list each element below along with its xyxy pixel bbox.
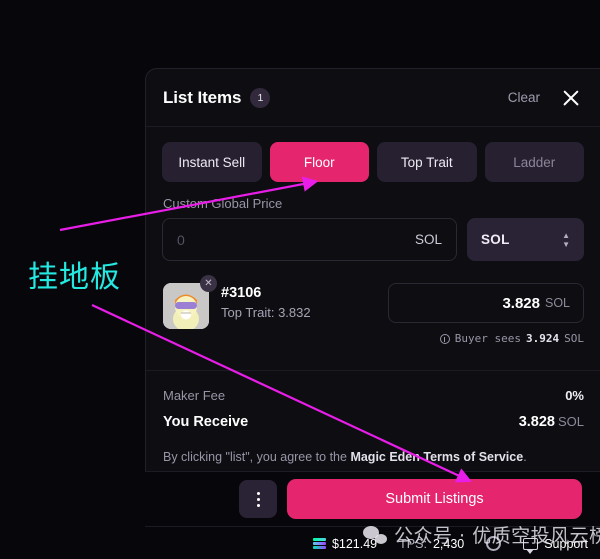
fees-block: Maker Fee 0% You Receive 3.828 SOL bbox=[146, 371, 600, 430]
info-icon bbox=[439, 333, 450, 344]
tab-instant-sell[interactable]: Instant Sell bbox=[162, 142, 262, 182]
item-meta: #3106 Top Trait: 3.832 bbox=[221, 283, 311, 320]
tab-floor[interactable]: Floor bbox=[269, 142, 369, 182]
you-receive-amount: 3.828 SOL bbox=[519, 414, 584, 430]
tab-ladder[interactable]: Ladder bbox=[484, 142, 584, 182]
annotation-note: 挂地板 bbox=[28, 260, 121, 295]
you-receive-unit: SOL bbox=[557, 414, 584, 429]
item-price-unit: SOL bbox=[544, 296, 570, 310]
you-receive-row: You Receive 3.828 SOL bbox=[163, 414, 584, 430]
buyer-sees-label: Buyer sees bbox=[454, 332, 521, 345]
terms-of-service-link[interactable]: Magic Eden Terms of Service bbox=[350, 450, 523, 464]
item-price-input[interactable]: 3.828 SOL bbox=[388, 283, 584, 323]
you-receive-label: You Receive bbox=[163, 414, 249, 430]
action-bar: Submit Listings bbox=[145, 471, 600, 527]
panel-header: List Items 1 Clear bbox=[146, 69, 600, 127]
list-items-panel: List Items 1 Clear Instant Sell Floor To… bbox=[145, 68, 600, 471]
item-price-column: 3.828 SOL Buyer sees 3.924 SOL bbox=[388, 283, 584, 345]
terms-text: By clicking "list", you agree to the Mag… bbox=[146, 430, 600, 467]
item-thumbnail-wrap: ✕ bbox=[163, 275, 217, 329]
item-count-badge: 1 bbox=[250, 87, 271, 108]
chevron-up-down-icon: ▲ ▼ bbox=[562, 230, 570, 249]
currency-select[interactable]: SOL ▲ ▼ bbox=[467, 218, 584, 261]
maker-fee-row: Maker Fee 0% bbox=[163, 388, 584, 403]
solana-logo-icon bbox=[312, 538, 326, 549]
buyer-sees-unit: SOL bbox=[564, 332, 584, 345]
custom-price-row: 0 SOL SOL ▲ ▼ bbox=[146, 218, 600, 261]
pricing-mode-tabs: Instant Sell Floor Top Trait Ladder bbox=[146, 127, 600, 182]
more-vertical-icon[interactable] bbox=[239, 480, 277, 518]
item-price-value: 3.828 bbox=[502, 294, 540, 312]
terms-prefix: By clicking "list", you agree to the bbox=[163, 450, 351, 464]
item-top-trait: Top Trait: 3.832 bbox=[221, 305, 311, 320]
close-icon[interactable] bbox=[560, 87, 582, 109]
tab-top-trait[interactable]: Top Trait bbox=[377, 142, 477, 182]
currency-selected-value: SOL bbox=[481, 232, 510, 247]
clear-button[interactable]: Clear bbox=[508, 90, 540, 105]
custom-price-placeholder: 0 bbox=[177, 231, 185, 248]
buyer-sees-row: Buyer sees 3.924 SOL bbox=[439, 332, 584, 345]
submit-listings-button[interactable]: Submit Listings bbox=[287, 479, 582, 519]
wechat-icon bbox=[363, 525, 387, 544]
buyer-sees-value: 3.924 bbox=[526, 332, 560, 345]
list-item: ✕ #3106 Top Trait: 3.832 3.828 SOL Buyer… bbox=[146, 261, 600, 345]
maker-fee-label: Maker Fee bbox=[163, 388, 226, 403]
custom-price-unit: SOL bbox=[414, 232, 442, 247]
you-receive-value: 3.828 bbox=[518, 414, 555, 430]
item-id: #3106 bbox=[221, 285, 262, 301]
page-title: List Items bbox=[163, 87, 242, 107]
screen-root: List Items 1 Clear Instant Sell Floor To… bbox=[0, 0, 600, 559]
watermark-text: 公众号 · 优质空投风云榜 bbox=[394, 525, 600, 547]
watermark: 公众号 · 优质空投风云榜 bbox=[363, 521, 600, 548]
remove-item-icon[interactable]: ✕ bbox=[200, 275, 217, 292]
maker-fee-value: 0% bbox=[565, 388, 584, 403]
terms-suffix: . bbox=[523, 450, 527, 464]
custom-price-input[interactable]: 0 SOL bbox=[162, 218, 457, 261]
custom-global-price-label: Custom Global Price bbox=[163, 196, 283, 211]
